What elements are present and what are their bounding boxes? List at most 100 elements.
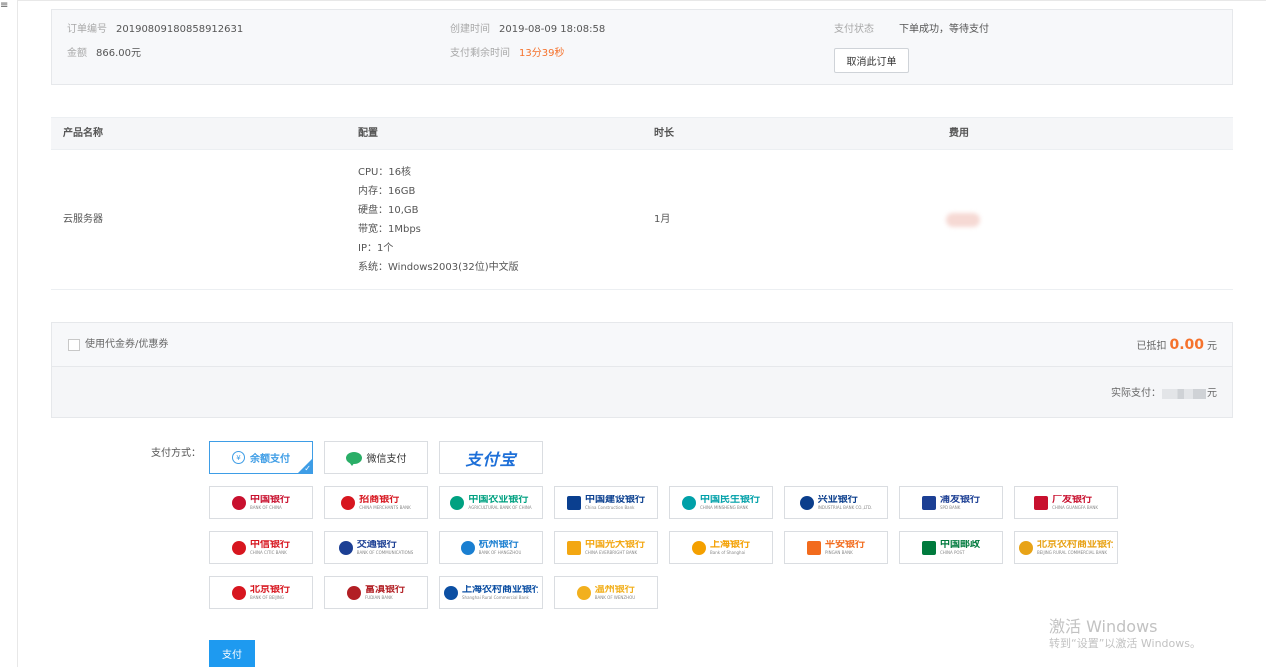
bank-option[interactable]: 中国民生银行 CHINA MINSHENG BANK (669, 486, 773, 519)
bank-logo-icon (799, 495, 814, 510)
bank-logo-icon (444, 585, 458, 600)
bank-name-en: CHINA MERCHANTS BANK (359, 505, 411, 510)
pay-option-balance[interactable]: ¥ 余额支付 ✓ (209, 441, 313, 474)
bank-name: 中国邮政 CHINA POST (940, 540, 980, 555)
bank-logo-icon (1034, 495, 1049, 510)
sidebar-toggle-button[interactable]: ≡ (0, 0, 18, 667)
bank-name-en: BANK OF COMMUNICATIONS (356, 550, 414, 555)
order-info-panel: 订单编号 20190809180858912631 金额 866.00元 创建时间 2… (51, 9, 1233, 85)
pay-option-alipay[interactable]: 支付宝 (439, 441, 543, 474)
bank-logo-icon (567, 495, 581, 510)
bank-name-en: BEIJING RURAL COMMERCIAL BANK (1037, 550, 1107, 555)
bank-name-cn: 兴业银行 (817, 495, 858, 505)
pay-option-label: 微信支付 (366, 454, 407, 465)
bank-name-en: BANK OF WENZHOU (594, 595, 636, 600)
coupon-checkbox[interactable] (68, 339, 80, 351)
bank-name-en: PINGAN BANK (825, 550, 853, 555)
actual-payment-redacted (1162, 389, 1206, 399)
column-header-fee: 费用 (949, 128, 969, 139)
bank-name-en: CHINA MINSHENG BANK (700, 505, 749, 510)
windows-activation-watermark: 激活 Windows 转到“设置”以激活 Windows。 (1049, 617, 1201, 651)
bank-name-cn: 中国光大银行 (585, 540, 645, 550)
bank-option[interactable]: 北京农村商业银行 BEIJING RURAL COMMERCIAL BANK (1014, 531, 1118, 564)
bank-name-cn: 杭州银行 (478, 540, 519, 550)
bank-logo-icon (576, 585, 591, 600)
bank-name-cn: 上海农村商业银行 (462, 585, 538, 595)
bank-name-en: FUDIAN BANK (365, 595, 393, 600)
bank-option[interactable]: 中国邮政 CHINA POST (899, 531, 1003, 564)
bank-name: 温州银行 BANK OF WENZHOU (595, 585, 635, 600)
payment-status: 支付状态 下单成功，等待支付 (834, 23, 989, 37)
payment-method-label: 支付方式： (151, 448, 201, 459)
bank-logo-icon (567, 540, 581, 555)
bank-name-en: SPD BANK (940, 505, 961, 510)
menu-icon: ≡ (0, 0, 9, 11)
config-list: CPU：16核 内存：16GB 硬盘：10,GB 带宽：1Mbps IP：1个 … (358, 167, 519, 281)
bank-name-en: BANK OF BEIJING (250, 595, 284, 600)
bank-name-cn: 交通银行 (356, 540, 397, 550)
bank-name: 中国光大银行 CHINA EVERBRIGHT BANK (585, 540, 645, 555)
bank-option[interactable]: 杭州银行 BANK OF HANGZHOU (439, 531, 543, 564)
remaining-time-value: 13分39秒 (519, 48, 565, 59)
bank-option[interactable]: 温州银行 BANK OF WENZHOU (554, 576, 658, 609)
bank-logo-icon (341, 495, 356, 510)
bank-option[interactable]: 平安银行 PINGAN BANK (784, 531, 888, 564)
bank-logo-icon (922, 540, 936, 555)
payment-status-label: 支付状态 (834, 24, 874, 35)
bank-option[interactable]: 广发银行 CHINA GUANGFA BANK (1014, 486, 1118, 519)
bank-name-en: Bank of Shanghai (710, 550, 746, 555)
deducted-amount: 已抵扣 0.00 元 (1136, 337, 1217, 355)
actual-payment-unit: 元 (1207, 388, 1217, 399)
bank-name: 上海农村商业银行 Shanghai Rural Commercial Bank (462, 585, 538, 600)
fee-redacted (946, 213, 980, 227)
deducted-unit: 元 (1207, 341, 1217, 352)
bank-option[interactable]: 上海农村商业银行 Shanghai Rural Commercial Bank (439, 576, 543, 609)
bank-option[interactable]: 浦发银行 SPD BANK (899, 486, 1003, 519)
bank-option[interactable]: 富滇银行 FUDIAN BANK (324, 576, 428, 609)
bank-name-en: AGRICULTURAL BANK OF CHINA (468, 505, 532, 510)
pay-option-wechat[interactable]: 微信支付 (324, 441, 428, 474)
bank-option[interactable]: 上海银行 Bank of Shanghai (669, 531, 773, 564)
order-number-label: 订单编号 (67, 24, 107, 35)
check-icon: ✓ (304, 464, 311, 473)
pay-option-label: 余额支付 (250, 454, 290, 465)
config-cpu: CPU：16核 (358, 167, 412, 178)
bank-option[interactable]: 中国光大银行 CHINA EVERBRIGHT BANK (554, 531, 658, 564)
bank-option[interactable]: 中国建设银行 China Construction Bank (554, 486, 658, 519)
bank-logo-icon (450, 495, 465, 510)
cancel-order-button[interactable]: 取消此订单 (834, 48, 909, 73)
pay-button[interactable]: 支付 (209, 640, 255, 667)
product-table-header: 产品名称 配置 时长 费用 (51, 117, 1233, 150)
bank-name: 交通银行 BANK OF COMMUNICATIONS (357, 540, 414, 555)
payment-status-value: 下单成功，等待支付 (899, 24, 989, 35)
bank-name-en: Shanghai Rural Commercial Bank (462, 595, 529, 600)
bank-name: 北京农村商业银行 BEIJING RURAL COMMERCIAL BANK (1037, 540, 1113, 555)
coupon-row: 使用代金券/优惠券 已抵扣 0.00 元 (51, 322, 1233, 367)
bank-name: 杭州银行 BANK OF HANGZHOU (479, 540, 522, 555)
bank-option[interactable]: 中国银行 BANK OF CHINA (209, 486, 313, 519)
bank-name-en: CHINA EVERBRIGHT BANK (585, 550, 638, 555)
bank-name-en: CHINA POST (940, 550, 965, 555)
bank-logo-icon (922, 495, 936, 510)
bank-option[interactable]: 兴业银行 INDUSTRIAL BANK CO.,LTD. (784, 486, 888, 519)
remaining-time: 支付剩余时间 13分39秒 (450, 47, 564, 61)
bank-name: 浦发银行 SPD BANK (940, 495, 980, 510)
order-number-value: 20190809180858912631 (116, 24, 244, 35)
bank-name-cn: 中国银行 (250, 495, 290, 505)
bank-name: 中信银行 CHINA CITIC BANK (250, 540, 290, 555)
bank-option[interactable]: 招商银行 CHINA MERCHANTS BANK (324, 486, 428, 519)
bank-option[interactable]: 中信银行 CHINA CITIC BANK (209, 531, 313, 564)
bank-logo-icon (338, 540, 353, 555)
bank-option[interactable]: 北京银行 BANK OF BEIJING (209, 576, 313, 609)
product-name: 云服务器 (63, 214, 103, 225)
bank-name-cn: 浦发银行 (940, 495, 980, 505)
wallet-icon: ¥ (232, 451, 245, 464)
bank-option[interactable]: 交通银行 BANK OF COMMUNICATIONS (324, 531, 428, 564)
product-duration: 1月 (654, 214, 671, 225)
bank-name-en: BANK OF HANGZHOU (478, 550, 522, 555)
bank-option[interactable]: 中国农业银行 AGRICULTURAL BANK OF CHINA (439, 486, 543, 519)
deducted-value: 0.00 (1169, 337, 1204, 353)
config-os: 系统：Windows2003(32位)中文版 (358, 262, 519, 273)
bank-name-cn: 招商银行 (359, 495, 400, 505)
table-row: 云服务器 CPU：16核 内存：16GB 硬盘：10,GB 带宽：1Mbps I… (51, 150, 1233, 290)
